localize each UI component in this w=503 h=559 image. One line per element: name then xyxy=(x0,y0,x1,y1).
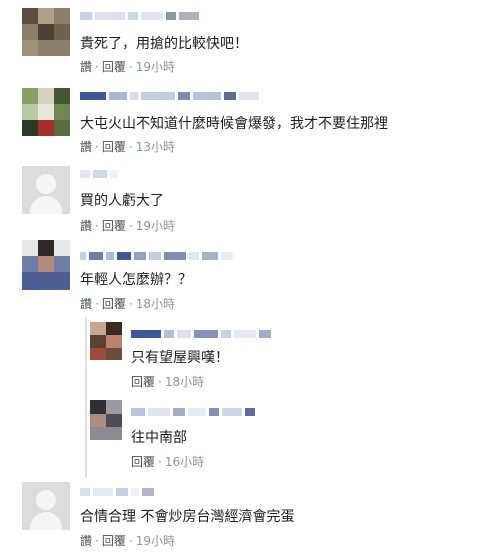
timestamp[interactable]: 19小時 xyxy=(136,219,175,233)
avatar-pixel xyxy=(106,335,122,348)
comment-actions: 讚 · 回覆 · 18小時 xyxy=(80,296,175,312)
comment-actions: 讚 · 回覆 · 19小時 xyxy=(80,533,175,549)
comment: 貴死了，用搶的比較快吧！ 讚 · 回覆 · 19小時 xyxy=(0,0,503,80)
separator-dot: · xyxy=(128,140,133,154)
reply-link[interactable]: 回覆 xyxy=(102,60,126,74)
avatar-pixel xyxy=(90,322,106,335)
separator-dot: · xyxy=(95,219,99,233)
comment-text: 買的人虧大了 xyxy=(80,193,164,209)
avatar-pixel xyxy=(38,120,54,136)
avatar-pixel xyxy=(38,24,54,40)
author-name[interactable] xyxy=(80,488,154,496)
like-link[interactable]: 讚 xyxy=(80,60,92,74)
avatar-pixel xyxy=(90,335,106,348)
avatar[interactable] xyxy=(22,166,70,214)
avatar-pixel xyxy=(106,348,122,360)
separator-dot: · xyxy=(128,534,133,548)
reply-link[interactable]: 回覆 xyxy=(102,140,126,154)
avatar[interactable] xyxy=(22,482,70,530)
separator-dot: · xyxy=(128,297,133,311)
avatar-pixel xyxy=(38,256,54,272)
comment-text: 貴死了，用搶的比較快吧！ xyxy=(80,36,248,52)
like-link[interactable]: 讚 xyxy=(80,534,92,548)
author-name[interactable] xyxy=(80,170,118,178)
avatar[interactable] xyxy=(90,400,122,440)
avatar-pixel xyxy=(90,414,106,427)
like-link[interactable]: 讚 xyxy=(80,219,92,233)
avatar-pixel xyxy=(90,427,122,440)
reply-link[interactable]: 回覆 xyxy=(131,455,155,469)
comment-actions: 回覆 · 16小時 xyxy=(131,454,204,470)
timestamp[interactable]: 13小時 xyxy=(136,140,175,154)
avatar-pixel xyxy=(106,414,122,427)
comment-text: 大屯火山不知道什麼時候會爆發，我才不要住那裡 xyxy=(80,116,388,132)
avatar-pixel xyxy=(22,120,38,136)
author-name[interactable] xyxy=(80,12,199,20)
avatar-pixel xyxy=(30,512,62,530)
timestamp[interactable]: 19小時 xyxy=(136,60,175,74)
separator-dot: · xyxy=(158,375,162,389)
avatar[interactable] xyxy=(22,8,70,56)
comment-text: 年輕人怎麼辦？？ xyxy=(80,272,192,288)
comment-text: 合情合理 不會炒房台灣經濟會完蛋 xyxy=(80,509,295,525)
reply: 往中南部 回覆 · 16小時 xyxy=(0,398,503,478)
comment-actions: 回覆 · 18小時 xyxy=(131,374,204,390)
timestamp[interactable]: 18小時 xyxy=(165,375,204,389)
avatar[interactable] xyxy=(90,322,122,360)
avatar-pixel xyxy=(30,196,62,214)
avatar-pixel xyxy=(106,400,122,414)
avatar-pixel xyxy=(22,8,38,24)
author-name[interactable] xyxy=(131,330,271,338)
separator-dot: · xyxy=(95,534,99,548)
avatar-pixel xyxy=(22,40,38,56)
comment-actions: 讚 · 回覆 · 19小時 xyxy=(80,218,175,234)
avatar-pixel xyxy=(54,120,70,136)
comment-actions: 讚 · 回覆 · 19小時 xyxy=(80,59,175,75)
avatar-pixel xyxy=(38,88,54,104)
separator-dot: · xyxy=(95,140,99,154)
avatar-pixel xyxy=(90,348,106,360)
avatar-pixel xyxy=(54,24,70,40)
separator-dot: · xyxy=(128,219,133,233)
comment-actions: 讚 · 回覆 · 13小時 xyxy=(80,139,175,155)
avatar-pixel xyxy=(54,88,70,104)
author-name[interactable] xyxy=(80,252,233,260)
avatar-pixel xyxy=(36,174,56,194)
reply-link[interactable]: 回覆 xyxy=(131,375,155,389)
avatar-pixel xyxy=(38,104,54,120)
reply-link[interactable]: 回覆 xyxy=(102,297,126,311)
reply-link[interactable]: 回覆 xyxy=(102,219,126,233)
avatar-pixel xyxy=(36,490,56,510)
comment: 大屯火山不知道什麼時候會爆發，我才不要住那裡 讚 · 回覆 · 13小時 xyxy=(0,80,503,160)
comment-text: 只有望屋興嘆！ xyxy=(131,350,229,366)
comment: 合情合理 不會炒房台灣經濟會完蛋 讚 · 回覆 · 19小時 xyxy=(0,478,503,559)
separator-dot: · xyxy=(128,60,133,74)
separator-dot: · xyxy=(95,297,99,311)
avatar-pixel xyxy=(22,272,70,290)
avatar-pixel xyxy=(38,8,54,24)
reply-link[interactable]: 回覆 xyxy=(102,534,126,548)
timestamp[interactable]: 18小時 xyxy=(136,297,175,311)
comment-text: 往中南部 xyxy=(131,430,187,446)
reply: 只有望屋興嘆！ 回覆 · 18小時 xyxy=(0,318,503,398)
author-name[interactable] xyxy=(80,92,259,100)
avatar[interactable] xyxy=(22,240,70,290)
timestamp[interactable]: 16小時 xyxy=(165,455,204,469)
separator-dot: · xyxy=(158,455,162,469)
avatar-pixel xyxy=(90,400,106,414)
like-link[interactable]: 讚 xyxy=(80,140,92,154)
comment: 年輕人怎麼辦？？ 讚 · 回覆 · 18小時 xyxy=(0,240,503,318)
avatar-pixel xyxy=(22,104,38,120)
author-name[interactable] xyxy=(131,408,255,416)
timestamp[interactable]: 19小時 xyxy=(136,534,175,548)
avatar-pixel xyxy=(38,240,54,256)
avatar-pixel xyxy=(54,104,70,120)
comment: 買的人虧大了 讚 · 回覆 · 19小時 xyxy=(0,160,503,240)
avatar[interactable] xyxy=(22,88,70,136)
avatar-pixel xyxy=(106,322,122,335)
separator-dot: · xyxy=(95,60,99,74)
avatar-pixel xyxy=(22,88,38,104)
like-link[interactable]: 讚 xyxy=(80,297,92,311)
